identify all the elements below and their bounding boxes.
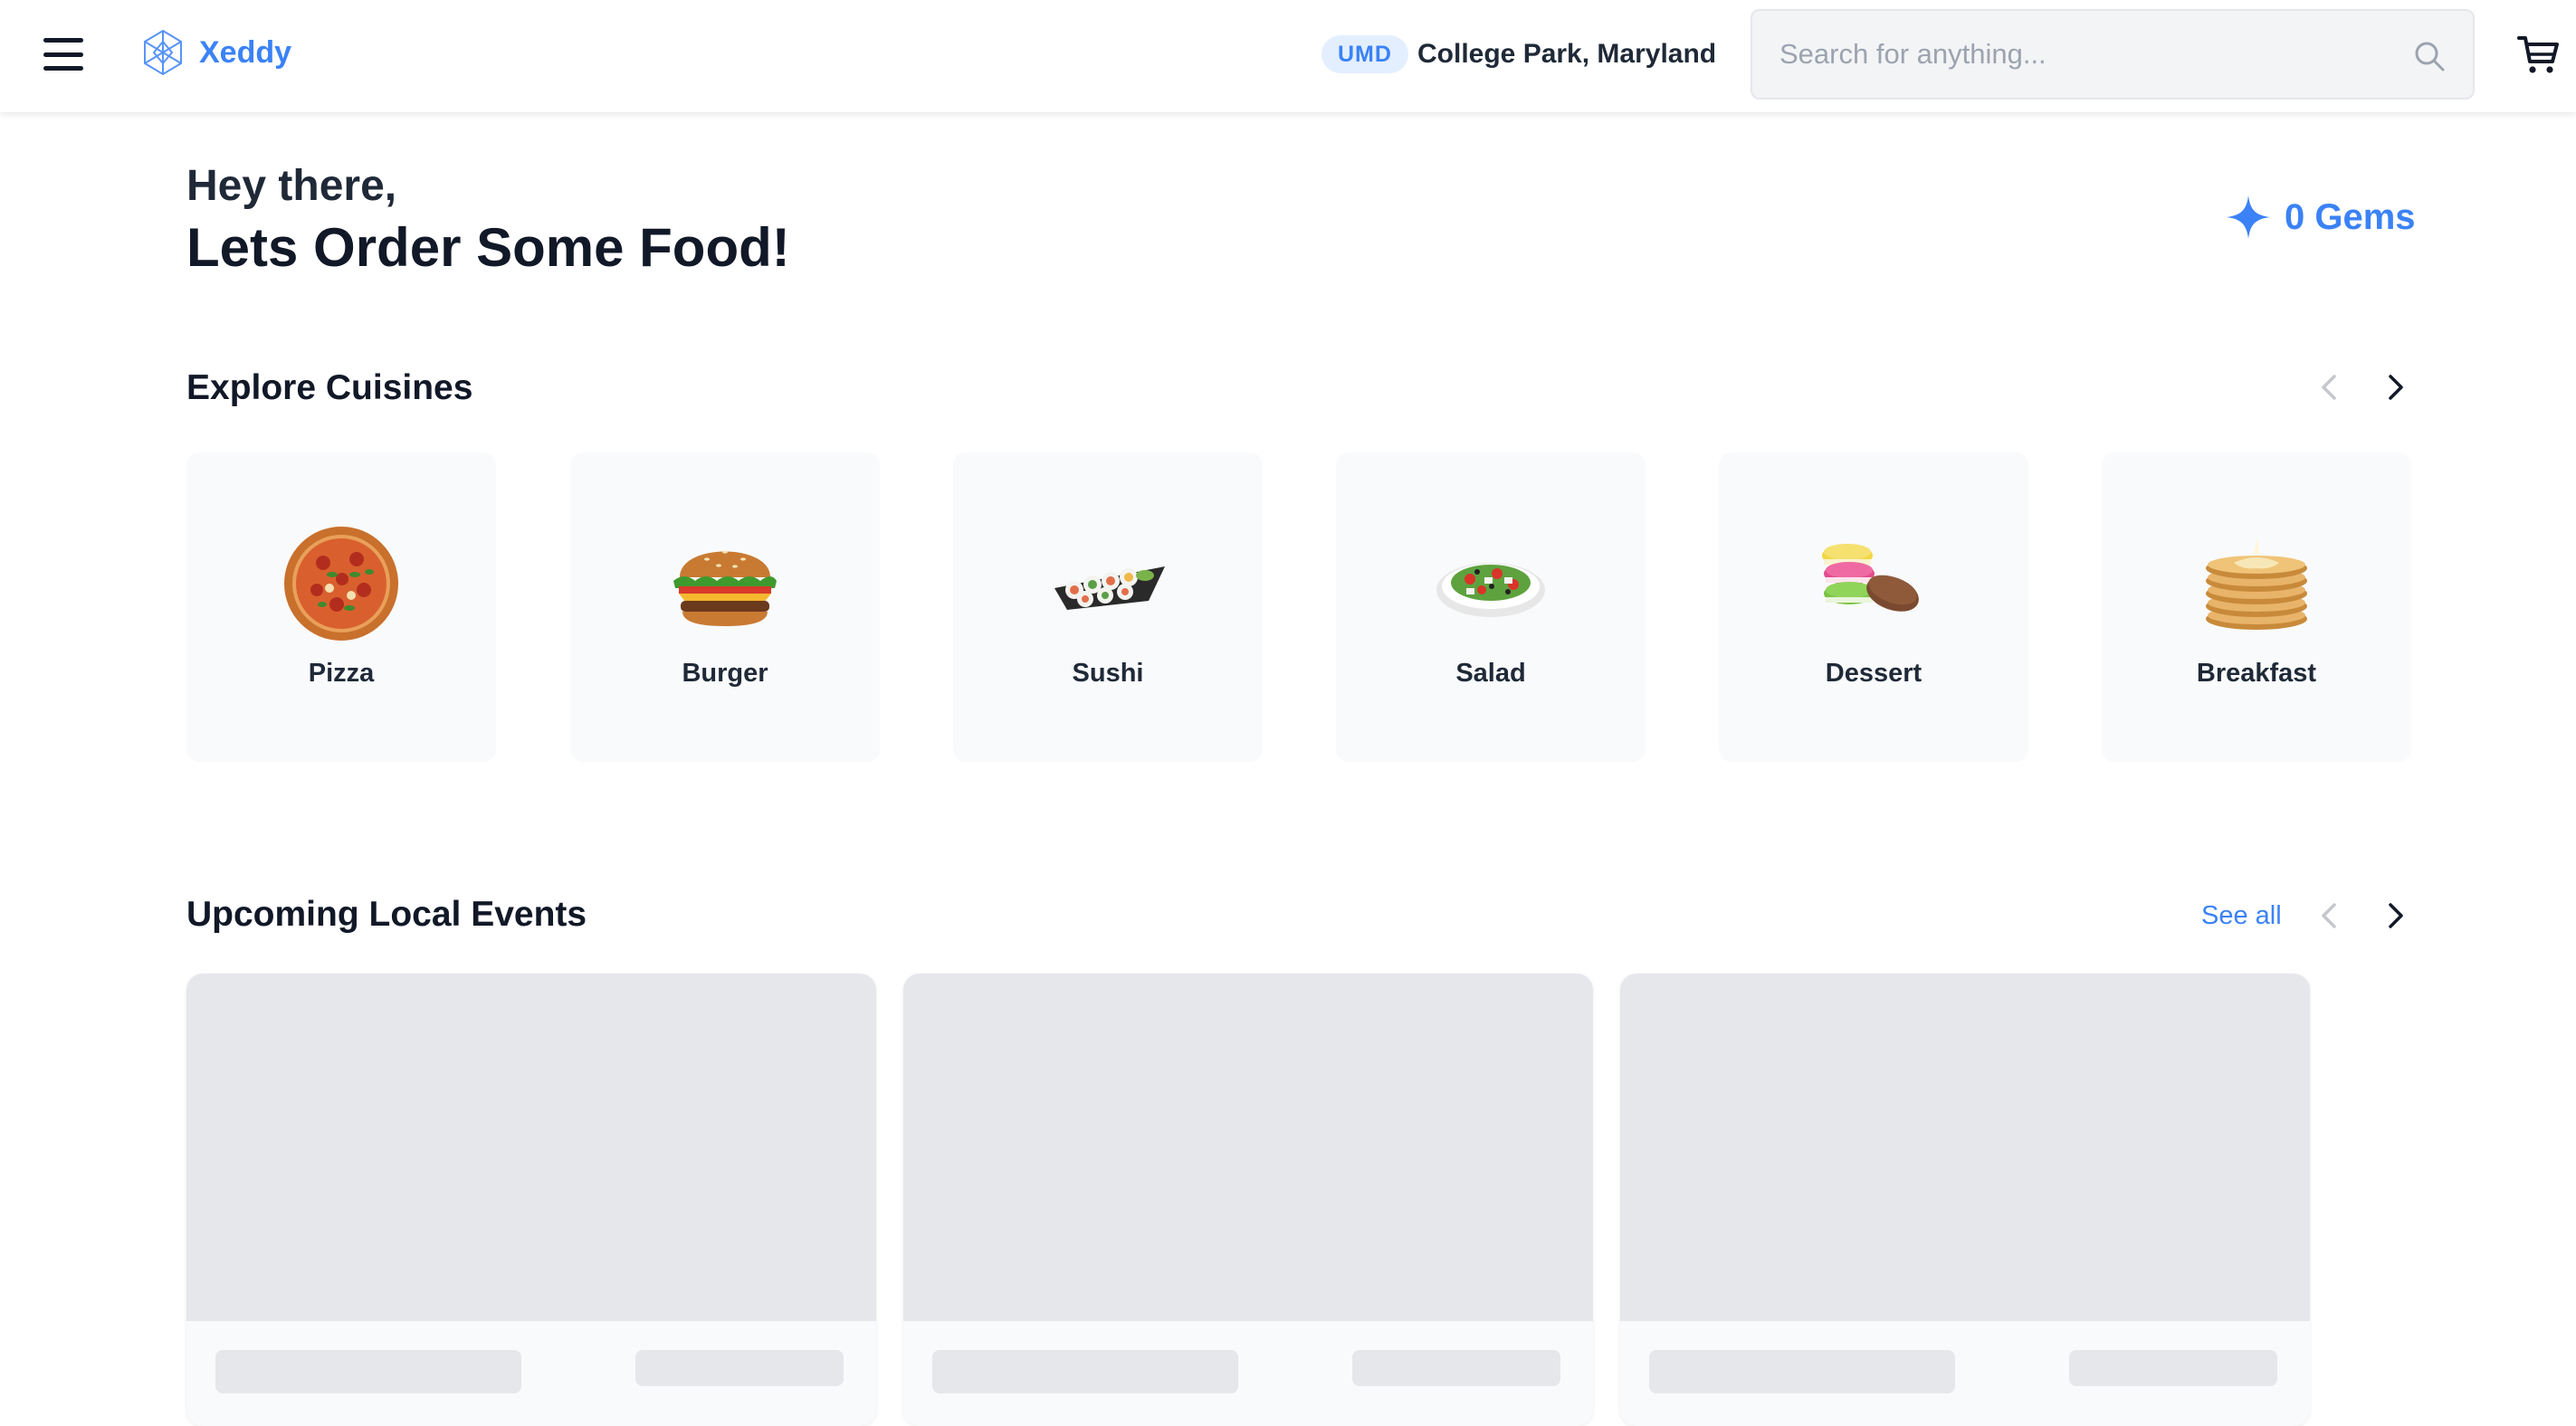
cuisine-card-breakfast[interactable]: Breakfast [2102, 452, 2411, 762]
gems-label: 0 Gems [2285, 196, 2416, 237]
cuisine-label: Sushi [1072, 659, 1144, 688]
event-title-placeholder [1649, 1350, 1955, 1393]
cuisine-label: Breakfast [2196, 659, 2317, 688]
event-title-placeholder [215, 1350, 521, 1393]
cuisines-section-title: Explore Cuisines [186, 368, 473, 407]
event-card-skeleton[interactable] [186, 974, 876, 1426]
cuisine-card-salad[interactable]: Salad [1336, 452, 1646, 762]
event-image-placeholder [1620, 974, 2310, 1321]
event-image-placeholder [186, 974, 876, 1321]
cart-icon[interactable] [2516, 33, 2560, 76]
cuisine-label: Salad [1455, 659, 1526, 688]
menu-icon[interactable] [43, 38, 83, 71]
salad-icon [1436, 563, 1545, 617]
search-icon[interactable] [2411, 38, 2447, 74]
cuisine-card-sushi[interactable]: Sushi [953, 452, 1263, 762]
top-navbar: Xeddy UMD College Park, Maryland [0, 0, 2576, 112]
cuisines-prev-icon[interactable] [2310, 367, 2350, 407]
pizza-icon [284, 527, 398, 641]
see-all-link[interactable]: See all [2201, 896, 2282, 936]
location-label[interactable]: College Park, Maryland [1417, 34, 1716, 74]
event-meta-placeholder [635, 1350, 844, 1386]
event-image-placeholder [903, 974, 1593, 1321]
sparkle-icon [2227, 195, 2270, 239]
event-title-placeholder [932, 1350, 1238, 1393]
event-meta-placeholder [2069, 1350, 2277, 1386]
brand-name[interactable]: Xeddy [199, 33, 291, 72]
event-card-skeleton[interactable] [903, 974, 1593, 1426]
dessert-icon [1822, 544, 1919, 612]
pancake-icon [2206, 537, 2307, 630]
cuisine-label: Dessert [1825, 659, 1922, 688]
event-card-skeleton[interactable] [1620, 974, 2310, 1426]
events-next-icon[interactable] [2375, 896, 2415, 936]
cuisine-card-pizza[interactable]: Pizza [186, 452, 496, 762]
cuisine-card-dessert[interactable]: Dessert [1719, 452, 2028, 762]
burger-icon [673, 550, 777, 626]
sushi-icon [1054, 566, 1165, 610]
search-input[interactable] [1779, 11, 2395, 98]
campus-badge: UMD [1321, 35, 1408, 73]
logo-icon[interactable] [138, 27, 188, 78]
greeting-subtitle: Hey there, [186, 162, 397, 210]
search-bar [1751, 9, 2475, 100]
event-meta-placeholder [1352, 1350, 1560, 1386]
cuisine-card-burger[interactable]: Burger [570, 452, 880, 762]
greeting-title: Lets Order Some Food! [186, 217, 790, 278]
cuisine-label: Pizza [308, 659, 375, 688]
cuisine-label: Burger [682, 659, 768, 688]
events-section-title: Upcoming Local Events [186, 895, 587, 934]
events-prev-icon[interactable] [2310, 896, 2350, 936]
cuisines-next-icon[interactable] [2375, 367, 2415, 407]
gems-balance[interactable]: 0 Gems [2225, 190, 2416, 244]
